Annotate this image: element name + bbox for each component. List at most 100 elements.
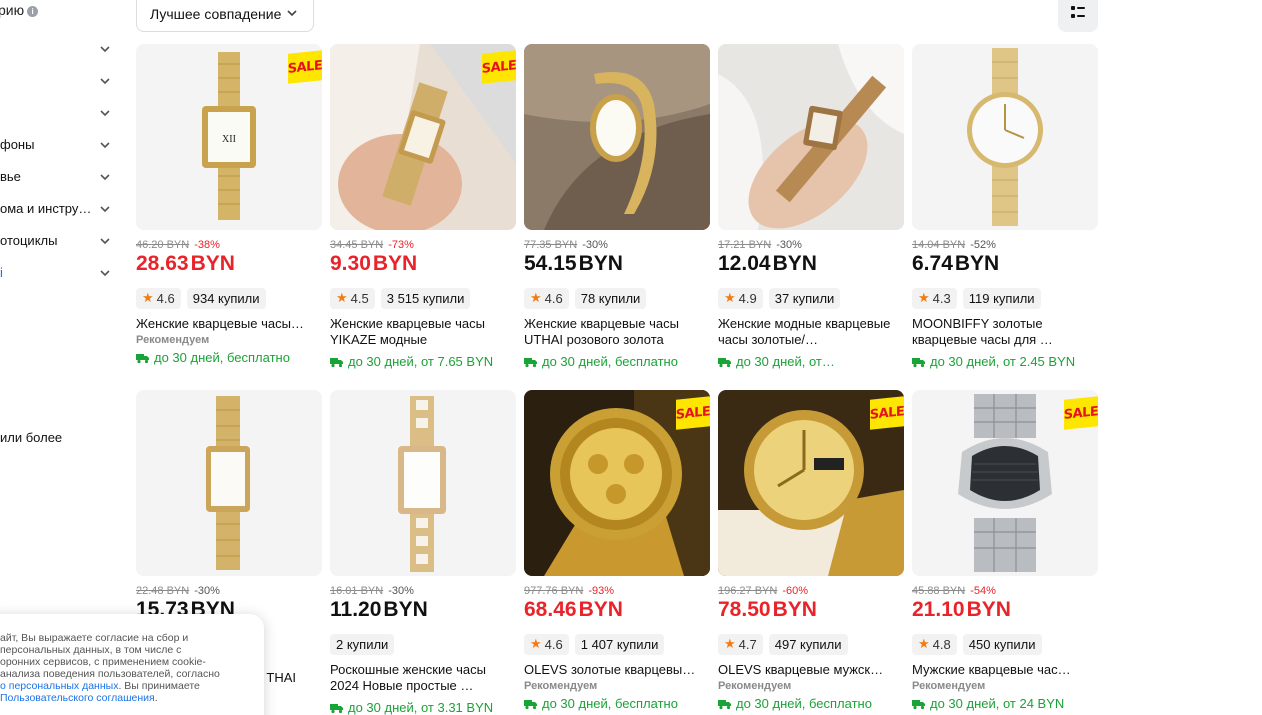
product-image[interactable]: SALE (718, 390, 904, 576)
price: 11.20BYN (330, 598, 516, 624)
product-image[interactable] (330, 390, 516, 576)
rating-value: 4.5 (350, 290, 369, 306)
price-value: 21.10 (912, 598, 965, 621)
product-title[interactable]: OLEVS кварцевые мужск… (718, 662, 904, 678)
rating-badge: ★ 4.3 (912, 287, 957, 309)
product-image[interactable]: SALE (524, 390, 710, 576)
truck-icon (330, 357, 343, 367)
product-title[interactable]: OLEVS золотые кварцевы… (524, 662, 710, 678)
old-price: 977.76 BYN (524, 585, 584, 597)
product-title[interactable]: Женские кварцевые часы… (136, 316, 322, 332)
bought-count: 3 515 купили (380, 287, 471, 309)
shipping-text: до 30 дней, от… (736, 354, 835, 369)
truck-icon (912, 357, 925, 367)
price-currency: BYN (772, 252, 817, 275)
cookie-text-line: о персональных данных. Вы принимаете (0, 680, 254, 692)
product-image[interactable]: XII SALE (136, 44, 322, 230)
star-icon: ★ (724, 636, 736, 651)
chevron-down-icon (100, 270, 110, 277)
user-agreement-link[interactable]: Пользовательского соглашения (0, 692, 155, 704)
sort-dropdown[interactable]: Лучшее совпадение (136, 0, 314, 32)
old-price: 45.88 BYN (912, 585, 966, 597)
product-card[interactable]: 14.04 BYN -52% 6.74BYN ★ 4.3 119 купили MO… (912, 44, 1098, 369)
sale-badge: SALE (1064, 396, 1098, 430)
old-price: 46.20 BYN (136, 239, 190, 251)
cookie-consent-popup: айт, Вы выражаете согласие на сбор и пер… (0, 614, 264, 715)
sidebar-item-health[interactable]: вье (0, 166, 116, 188)
truck-icon (524, 357, 537, 367)
price-currency: BYN (578, 598, 623, 621)
price-currency: BYN (966, 598, 1011, 621)
product-meta: ★ 4.7 497 купили (718, 633, 904, 655)
product-card[interactable]: XII SALE 46.20 BYN -38% 28.63BYN ★ 4.6 934… (136, 44, 322, 365)
discount: -30% (776, 239, 802, 251)
product-card[interactable]: SALE 196.27 BYN -60% 78.50BYN ★ 4.7 497 ку… (718, 390, 904, 711)
sidebar-item-2[interactable] (0, 70, 116, 92)
price: 6.74BYN (912, 252, 1098, 278)
product-card[interactable]: SALE 45.88 BYN -54% 21.10BYN ★ 4.8 450 куп… (912, 390, 1098, 711)
shipping-info: до 30 дней, бесплатно (136, 350, 322, 365)
watch-image (912, 44, 1098, 230)
shipping-text: до 30 дней, от 2.45 BYN (930, 354, 1076, 369)
old-price-line: 34.45 BYN -73% (330, 238, 516, 252)
sidebar-item-home-tools[interactable]: ома и инстру… (0, 198, 116, 220)
cookie-text-line: Пользовательского соглашения. (0, 692, 254, 704)
shipping-info: до 30 дней, бесплатно (524, 696, 710, 711)
old-price: 34.45 BYN (330, 239, 384, 251)
privacy-policy-link[interactable]: о персональных данных (0, 680, 118, 692)
shipping-text: до 30 дней, бесплатно (736, 696, 872, 711)
product-card[interactable]: 16.01 BYN -30% 11.20BYN 2 купили Роскошн… (330, 390, 516, 715)
product-image[interactable]: SALE (330, 44, 516, 230)
price: 54.15BYN (524, 252, 710, 278)
price-currency: BYN (190, 252, 235, 275)
truck-icon (718, 699, 731, 709)
info-icon[interactable]: i (27, 6, 39, 17)
list-view-toggle[interactable] (1058, 0, 1098, 32)
shipping-info: до 30 дней, от 24 BYN (912, 696, 1098, 711)
truck-icon (524, 699, 537, 709)
product-image[interactable] (912, 44, 1098, 230)
product-card[interactable]: 77.35 BYN -30% 54.15BYN ★ 4.6 78 купили Же… (524, 44, 710, 369)
product-image[interactable] (718, 44, 904, 230)
product-title[interactable]: Женские кварцевые часы UTHAI розового зо… (524, 316, 710, 348)
shipping-info: до 30 дней, от 7.65 BYN (330, 354, 516, 369)
cookie-text-fragment: . Вы принимаете (118, 680, 200, 692)
product-image[interactable]: SALE (912, 390, 1098, 576)
price-currency: BYN (578, 252, 623, 275)
truck-icon (136, 353, 149, 363)
sidebar-item-1[interactable] (0, 38, 116, 60)
product-title[interactable]: Женские кварцевые часы YIKAZE модные (330, 316, 516, 348)
sidebar-item-selected[interactable]: і (0, 262, 116, 284)
shipping-info: до 30 дней, от 3.31 BYN (330, 700, 516, 715)
sidebar-header: рию i (0, 2, 39, 18)
product-image[interactable] (136, 390, 322, 576)
chevron-down-icon (100, 238, 110, 245)
watch-image (330, 390, 516, 576)
product-title[interactable]: Роскошные женские часы 2024 Новые просты… (330, 662, 516, 694)
bought-count: 119 купили (962, 287, 1041, 309)
star-icon: ★ (918, 290, 930, 305)
sidebar-item-3[interactable] (0, 102, 116, 124)
product-card[interactable]: 17.21 BYN -30% 12.04BYN ★ 4.9 37 купили Же… (718, 44, 904, 369)
price: 68.46BYN (524, 598, 710, 624)
price-value: 28.63 (136, 252, 189, 275)
old-price-line: 46.20 BYN -38% (136, 238, 322, 252)
product-image[interactable] (524, 44, 710, 230)
product-meta: ★ 4.6 1 407 купили (524, 633, 710, 655)
old-price: 22.48 BYN (136, 585, 190, 597)
rating-value: 4.8 (932, 636, 951, 652)
product-title[interactable]: Мужские кварцевые час… (912, 662, 1098, 678)
product-title[interactable]: Женские модные кварцевые часы золотые/… (718, 316, 904, 348)
product-title-text: THAI (266, 670, 296, 685)
bought-count: 37 купили (768, 287, 841, 309)
sale-badge: SALE (870, 396, 904, 430)
sidebar-item-motorcycles[interactable]: отоциклы (0, 230, 116, 252)
rating-filter-label[interactable]: или более (0, 430, 62, 445)
product-card[interactable]: SALE 977.76 BYN -93% 68.46BYN ★ 4.6 1 407 … (524, 390, 710, 711)
product-title[interactable]: MOONBIFFY золотые кварцевые часы для … (912, 316, 1098, 348)
rating-badge: ★ 4.9 (718, 287, 763, 309)
truck-icon (912, 699, 925, 709)
watch-image (136, 390, 322, 576)
sidebar-item-phones[interactable]: фоны (0, 134, 116, 156)
product-card[interactable]: SALE 34.45 BYN -73% 9.30BYN ★ 4.5 3 515 ку… (330, 44, 516, 369)
